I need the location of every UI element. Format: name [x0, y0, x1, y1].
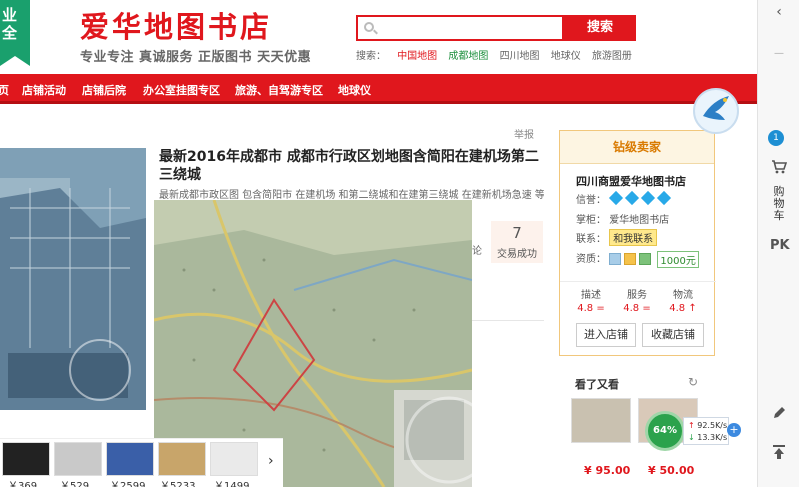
reputation-label: 信誉：	[576, 195, 606, 206]
contact-seller-button[interactable]: 和我联系	[609, 229, 658, 246]
refresh-icon[interactable]: ↻	[688, 375, 698, 389]
seller-contact-row: 联系： 和我联系	[576, 229, 658, 246]
nav-item-globe[interactable]: 地球仪	[338, 82, 371, 98]
nav-item-activities[interactable]: 店铺活动	[22, 82, 66, 98]
thumb-item[interactable]	[54, 442, 102, 476]
score-value: 4.8 =	[577, 303, 605, 314]
store-slogan: 专业专注 真诚服务 正版图书 天天优惠	[80, 50, 312, 65]
thumb-item[interactable]	[2, 442, 50, 476]
speed-readout: ↑ 92.5K/s ↓ 13.3K/s	[683, 417, 729, 445]
deals-count: 7	[512, 224, 522, 242]
hot-word-chengdu-map[interactable]: 成都地图	[448, 51, 488, 62]
thumb-price: ￥5233	[160, 481, 196, 487]
contact-label: 联系：	[576, 234, 606, 245]
pencil-icon[interactable]	[767, 406, 791, 424]
enter-store-button[interactable]: 进入店铺	[576, 323, 636, 347]
diamond-icon	[609, 190, 624, 206]
upload-speed: 92.5K/s	[697, 421, 728, 430]
thumb-price: ￥529	[60, 481, 90, 487]
thumb-price: ￥2599	[110, 481, 146, 487]
recommend-item-image[interactable]	[571, 398, 631, 443]
thumb-item[interactable]	[210, 442, 258, 476]
reviews-label[interactable]: 论	[472, 242, 482, 257]
seller-qualification-row: 资质： 1000元	[576, 250, 699, 268]
hot-word-globe[interactable]: 地球仪	[551, 51, 581, 62]
search-input[interactable]	[378, 19, 558, 37]
store-verified-icon[interactable]	[624, 253, 637, 265]
score-logistics: 物流 4.8 ↑	[668, 286, 698, 314]
pk-button[interactable]: PK	[770, 238, 790, 253]
store-name[interactable]: 爱华地图书店	[80, 4, 272, 46]
chevron-right-icon[interactable]: ›	[268, 453, 274, 469]
product-title: 最新2016年成都市 成都市行政区划地图含简阳在建机场第二 三绕城	[159, 149, 539, 183]
person-verified-icon[interactable]	[609, 253, 622, 265]
speed-percent: 64%	[645, 411, 685, 451]
page: 业全 爱华地图书店 专业专注 真诚服务 正版图书 天天优惠 搜索 搜索： 中国地…	[0, 0, 799, 487]
deals-box: 7 交易成功	[491, 221, 543, 263]
score-value: 4.8 =	[623, 303, 651, 314]
seller-card: 钻级卖家 四川商盟爱华地图书店 信誉： 掌柜： 爱华地图书店 联系： 和我联系 …	[559, 130, 716, 356]
thumb-price: ￥369	[8, 481, 38, 487]
deals-label: 交易成功	[497, 249, 537, 260]
seller-reputation-row: 信誉：	[576, 190, 673, 206]
hot-word-china-map[interactable]: 中国地图	[397, 51, 437, 62]
nav-item-backyard[interactable]: 店铺后院	[82, 82, 126, 98]
hot-search-label: 搜索：	[356, 51, 386, 62]
diamond-icon	[657, 190, 672, 206]
search-icon	[364, 22, 374, 32]
diamond-icon	[625, 190, 640, 206]
score-label: 服务	[627, 290, 647, 301]
report-link[interactable]: 举报	[514, 126, 534, 141]
hot-word-travel-atlas[interactable]: 旅游图册	[592, 51, 632, 62]
hot-search-words: 搜索： 中国地图 成都地图 四川地图 地球仪 旅游图册	[356, 47, 640, 62]
seller-level-badge: 钻级卖家	[560, 131, 714, 164]
bird-logo-icon[interactable]	[693, 88, 739, 134]
seller-name[interactable]: 四川商盟爱华地图书店	[576, 173, 686, 189]
separator-icon: —	[774, 48, 784, 59]
owner-label: 掌柜：	[576, 215, 606, 226]
cart-label[interactable]: 购物车	[772, 186, 786, 222]
plus-icon[interactable]: +	[727, 423, 741, 437]
score-description: 描述 4.8 =	[576, 286, 606, 314]
owner-name[interactable]: 爱华地图书店	[609, 215, 669, 226]
back-to-top-icon[interactable]	[767, 444, 791, 464]
score-value: 4.8 ↑	[669, 303, 697, 314]
recommend-price: ¥ 95.00	[584, 464, 631, 477]
search-button[interactable]: 搜索	[564, 15, 636, 41]
recommend-price: ¥ 50.00	[648, 464, 695, 477]
divider	[560, 281, 716, 282]
network-speed-widget[interactable]: 64% ↑ 92.5K/s ↓ 13.3K/s +	[645, 411, 741, 451]
shield-icon[interactable]	[639, 253, 652, 265]
thumb-price: ￥1499	[214, 481, 250, 487]
chevron-left-icon[interactable]: ‹	[767, 4, 791, 20]
score-service: 服务 4.8 =	[622, 286, 652, 314]
store-logo-badge[interactable]: 业全	[0, 0, 30, 66]
nav-item-travel[interactable]: 旅游、自驾游专区	[235, 82, 323, 98]
search-box	[356, 15, 564, 41]
right-toolbar: ‹ — 1 购物车 PK	[757, 0, 799, 487]
product-gallery-image[interactable]	[0, 148, 146, 410]
nav-item-office-maps[interactable]: 办公室挂图专区	[143, 82, 220, 98]
qualification-label: 资质：	[576, 254, 606, 265]
score-label: 物流	[673, 290, 693, 301]
favorite-store-button[interactable]: 收藏店铺	[642, 323, 704, 347]
thumb-item[interactable]	[158, 442, 206, 476]
cart-count-badge: 1	[768, 130, 784, 146]
recommend-thumbnails: ￥369 ￥529 ￥2599 ￥5233 ￥1499 ›	[0, 438, 283, 487]
seller-owner-row: 掌柜： 爱华地图书店	[576, 211, 669, 226]
download-speed: 13.3K/s	[697, 433, 728, 442]
cart-icon[interactable]	[767, 160, 791, 178]
hot-word-sichuan-map[interactable]: 四川地图	[500, 51, 540, 62]
deposit-amount: 1000元	[657, 250, 699, 268]
diamond-icon	[641, 190, 656, 206]
score-label: 描述	[581, 290, 601, 301]
product-description: 最新成都市政区图 包含简阳市 在建机场 和第二绕城和在建第三绕城 在建新机场急速…	[159, 190, 544, 200]
nav-item-home[interactable]: 页	[0, 82, 9, 98]
recommend-title: 看了又看	[575, 378, 619, 391]
main-nav: 页 店铺活动 店铺后院 办公室挂图专区 旅游、自驾游专区 地球仪	[0, 74, 757, 104]
thumb-item[interactable]	[106, 442, 154, 476]
